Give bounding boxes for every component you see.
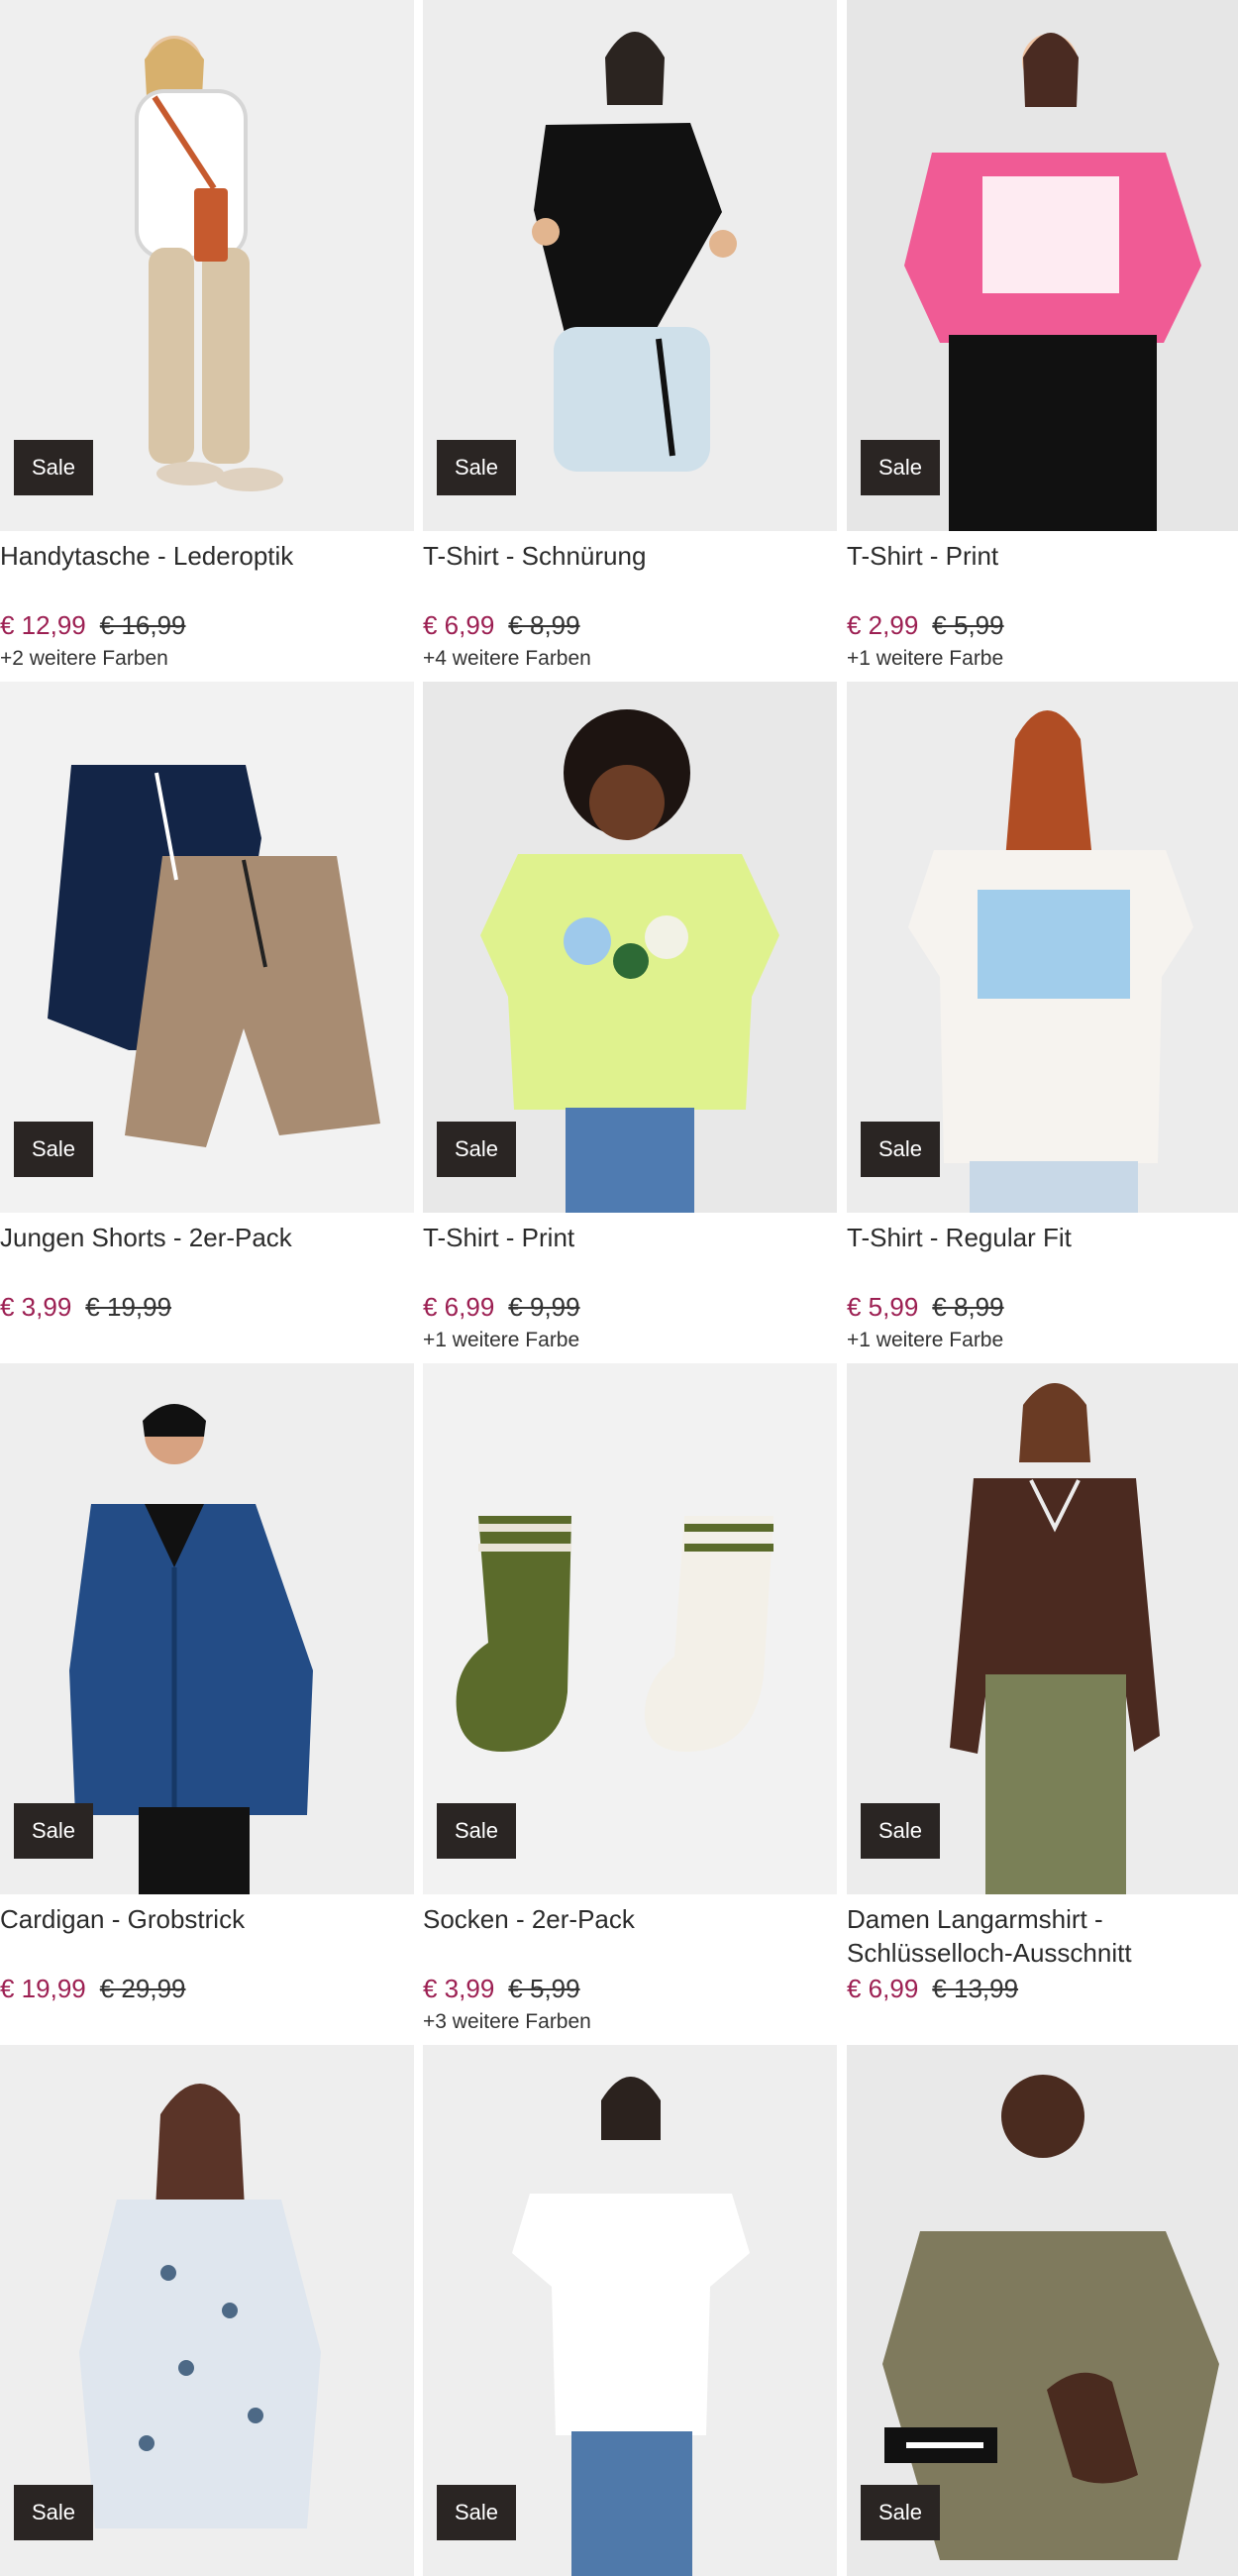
sale-badge: Sale <box>861 440 940 495</box>
product-info: T-Shirt - Regular Fit € 5,99 € 8,99 +1 we… <box>847 1213 1238 1363</box>
original-price: € 16,99 <box>99 610 186 640</box>
more-colors-text[interactable]: +4 weitere Farben <box>423 646 591 672</box>
sale-badge: Sale <box>14 2485 93 2540</box>
product-title[interactable]: Handytasche - Lederoptik <box>0 539 406 573</box>
sale-badge: Sale <box>861 2485 940 2540</box>
more-colors-text[interactable]: +3 weitere Farben <box>423 2009 591 2035</box>
product-title[interactable]: T-Shirt - Schnürung <box>423 539 829 573</box>
sale-badge: Sale <box>14 1122 93 1177</box>
product-title[interactable]: Socken - 2er-Pack <box>423 1902 829 1936</box>
product-image[interactable]: Sale <box>423 682 837 1213</box>
price-row: € 19,99 € 29,99 <box>0 1972 186 2005</box>
product-info: T-Shirt - Schnürung € 6,99 € 8,99 +4 weit… <box>423 531 837 682</box>
original-price: € 29,99 <box>99 1974 186 2003</box>
product-info: T-Shirt - Print € 6,99 € 9,99 +1 weitere … <box>423 1213 837 1363</box>
original-price: € 13,99 <box>932 1974 1019 2003</box>
sale-price: € 19,99 <box>0 1974 86 2003</box>
product-image[interactable]: Sale <box>847 2045 1238 2576</box>
original-price: € 19,99 <box>85 1292 172 1322</box>
product-card-damen-langarmshirt[interactable]: Sale Damen Langarmshirt - Schlüsselloch-… <box>847 1363 1238 2045</box>
sale-price: € 6,99 <box>423 610 495 640</box>
sale-badge: Sale <box>437 1803 516 1859</box>
product-grid: Sale Handytasche - Lederoptik € 12,99 € 1… <box>0 0 1238 2576</box>
more-colors-text[interactable]: +2 weitere Farben <box>0 646 168 672</box>
sale-badge: Sale <box>14 1803 93 1859</box>
product-card-jungen-shorts[interactable]: Sale Jungen Shorts - 2er-Pack € 3,99 € 19… <box>0 682 414 1363</box>
product-card-cardigan-grobstrick[interactable]: Sale Cardigan - Grobstrick € 19,99 € 29,9… <box>0 1363 414 2045</box>
sale-badge: Sale <box>14 440 93 495</box>
product-image[interactable]: Sale <box>847 682 1238 1213</box>
original-price: € 5,99 <box>508 1974 580 2003</box>
sale-price: € 3,99 <box>0 1292 72 1322</box>
product-image[interactable]: Sale <box>423 0 837 531</box>
sale-price: € 12,99 <box>0 610 86 640</box>
original-price: € 9,99 <box>508 1292 580 1322</box>
sale-price: € 6,99 <box>847 1974 919 2003</box>
sale-badge: Sale <box>437 1122 516 1177</box>
product-card-handytasche[interactable]: Sale Handytasche - Lederoptik € 12,99 € 1… <box>0 0 414 682</box>
product-image[interactable]: Sale <box>847 1363 1238 1894</box>
product-card-white-tshirt[interactable]: Sale <box>423 2045 837 2576</box>
original-price: € 8,99 <box>508 610 580 640</box>
product-title[interactable]: Cardigan - Grobstrick <box>0 1902 406 1936</box>
more-colors-text[interactable]: +1 weitere Farbe <box>847 1328 1003 1353</box>
more-colors-text[interactable]: +1 weitere Farbe <box>847 646 1003 672</box>
product-image[interactable]: Sale <box>847 0 1238 531</box>
product-card-tshirt-schnurung[interactable]: Sale T-Shirt - Schnürung € 6,99 € 8,99 +4… <box>423 0 837 682</box>
original-price: € 5,99 <box>932 610 1004 640</box>
sale-price: € 5,99 <box>847 1292 919 1322</box>
product-card-olive-tshirt[interactable]: Sale <box>847 2045 1238 2576</box>
product-card-floral-blouse[interactable]: Sale <box>0 2045 414 2576</box>
product-image[interactable]: Sale <box>0 682 414 1213</box>
product-title[interactable]: Jungen Shorts - 2er-Pack <box>0 1221 406 1254</box>
sale-price: € 6,99 <box>423 1292 495 1322</box>
product-card-tshirt-print-pink[interactable]: Sale T-Shirt - Print € 2,99 € 5,99 +1 wei… <box>847 0 1238 682</box>
product-title[interactable]: T-Shirt - Print <box>423 1221 829 1254</box>
price-row: € 6,99 € 8,99 <box>423 608 580 642</box>
product-card-tshirt-print-lime[interactable]: Sale T-Shirt - Print € 6,99 € 9,99 +1 wei… <box>423 682 837 1363</box>
sale-badge: Sale <box>437 440 516 495</box>
product-info: Cardigan - Grobstrick € 19,99 € 29,99 <box>0 1894 414 2045</box>
price-row: € 6,99 € 13,99 <box>847 1972 1018 2005</box>
product-image[interactable]: Sale <box>423 2045 837 2576</box>
product-image[interactable]: Sale <box>423 1363 837 1894</box>
product-title[interactable]: Damen Langarmshirt - Schlüsselloch-Aussc… <box>847 1902 1238 1970</box>
price-row: € 3,99 € 5,99 <box>423 1972 580 2005</box>
product-info: Damen Langarmshirt - Schlüsselloch-Aussc… <box>847 1894 1238 2045</box>
product-image[interactable]: Sale <box>0 2045 414 2576</box>
original-price: € 8,99 <box>932 1292 1004 1322</box>
sale-price: € 3,99 <box>423 1974 495 2003</box>
price-row: € 3,99 € 19,99 <box>0 1290 171 1324</box>
product-image[interactable]: Sale <box>0 1363 414 1894</box>
product-info: Jungen Shorts - 2er-Pack € 3,99 € 19,99 <box>0 1213 414 1363</box>
sale-badge: Sale <box>861 1122 940 1177</box>
product-card-tshirt-regular-fit[interactable]: Sale T-Shirt - Regular Fit € 5,99 € 8,99 … <box>847 682 1238 1363</box>
product-image[interactable]: Sale <box>0 0 414 531</box>
price-row: € 6,99 € 9,99 <box>423 1290 580 1324</box>
price-row: € 2,99 € 5,99 <box>847 608 1004 642</box>
product-title[interactable]: T-Shirt - Regular Fit <box>847 1221 1238 1254</box>
sale-badge: Sale <box>861 1803 940 1859</box>
price-row: € 12,99 € 16,99 <box>0 608 186 642</box>
product-info: Socken - 2er-Pack € 3,99 € 5,99 +3 weiter… <box>423 1894 837 2045</box>
product-info: T-Shirt - Print € 2,99 € 5,99 +1 weitere … <box>847 531 1238 682</box>
product-card-socken-2er-pack[interactable]: Sale Socken - 2er-Pack € 3,99 € 5,99 +3 w… <box>423 1363 837 2045</box>
product-title[interactable]: T-Shirt - Print <box>847 539 1238 573</box>
sale-badge: Sale <box>437 2485 516 2540</box>
product-info: Handytasche - Lederoptik € 12,99 € 16,99 … <box>0 531 414 682</box>
price-row: € 5,99 € 8,99 <box>847 1290 1004 1324</box>
more-colors-text[interactable]: +1 weitere Farbe <box>423 1328 579 1353</box>
sale-price: € 2,99 <box>847 610 919 640</box>
